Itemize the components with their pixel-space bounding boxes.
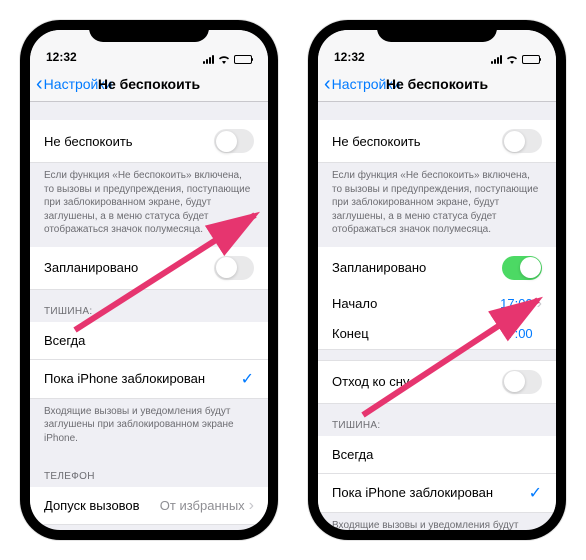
notch: [89, 20, 209, 42]
battery-icon: [234, 55, 252, 64]
dnd-label: Не беспокоить: [332, 134, 421, 149]
checkmark-icon: ✓: [529, 483, 542, 503]
status-time: 12:32: [46, 50, 77, 64]
signal-icon: [491, 55, 502, 64]
chevron-right-icon: ›: [537, 295, 542, 313]
always-row[interactable]: Всегда: [30, 322, 268, 360]
dnd-label: Не беспокоить: [44, 134, 133, 149]
screen: 12:32 ‹ Настройки Не беспокоить Не беспо…: [30, 30, 268, 530]
silence-footer: Входящие вызовы и уведомления будут загл…: [30, 399, 268, 456]
allow-calls-value: От избранных ›: [160, 497, 254, 515]
dnd-footer: Если функция «Не беспокоить» включена, т…: [30, 163, 268, 247]
wifi-icon: [218, 55, 230, 64]
bedtime-label: Отход ко сну: [332, 374, 409, 389]
while-locked-label: Пока iPhone заблокирован: [332, 485, 493, 500]
scheduled-label: Запланировано: [332, 260, 426, 275]
nav-bar: ‹ Настройки Не беспокоить: [318, 66, 556, 102]
settings-content[interactable]: Не беспокоить Если функция «Не беспокоит…: [318, 102, 556, 530]
notch: [377, 20, 497, 42]
dnd-row[interactable]: Не беспокоить: [30, 120, 268, 163]
scheduled-row[interactable]: Запланировано: [30, 247, 268, 290]
chevron-left-icon: ‹: [36, 74, 43, 94]
nav-bar: ‹ Настройки Не беспокоить: [30, 66, 268, 102]
silence-footer: Входящие вызовы и уведомления будут загл…: [318, 513, 556, 531]
wifi-icon: [506, 55, 518, 64]
scheduled-switch[interactable]: [214, 256, 254, 280]
scheduled-switch[interactable]: [502, 256, 542, 280]
scheduled-label: Запланировано: [44, 260, 138, 275]
phone-header: ТЕЛЕФОН: [30, 455, 268, 487]
settings-content[interactable]: Не беспокоить Если функция «Не беспокоит…: [30, 102, 268, 530]
while-locked-row[interactable]: Пока iPhone заблокирован ✓: [30, 360, 268, 399]
silence-header: ТИШИНА:: [30, 290, 268, 322]
begin-value: 17:00: [500, 296, 533, 311]
status-time: 12:32: [334, 50, 365, 64]
schedule-time-group[interactable]: Начало 17:00 › Конец 7:00›: [318, 289, 556, 350]
battery-icon: [522, 55, 540, 64]
scheduled-row[interactable]: Запланировано: [318, 247, 556, 289]
status-indicators: [491, 55, 540, 64]
allow-footer: В режиме «Не беспокоить» разрешить входя…: [30, 525, 268, 530]
end-row[interactable]: Конец 7:00›: [318, 319, 556, 349]
phone-frame-left: 12:32 ‹ Настройки Не беспокоить Не беспо…: [20, 20, 278, 540]
bedtime-switch[interactable]: [502, 370, 542, 394]
end-value: 7:00: [507, 326, 532, 341]
chevron-right-icon: ›: [249, 497, 254, 515]
signal-icon: [203, 55, 214, 64]
nav-title: Не беспокоить: [386, 76, 488, 92]
dnd-switch[interactable]: [502, 129, 542, 153]
nav-title: Не беспокоить: [98, 76, 200, 92]
silence-header: ТИШИНА:: [318, 404, 556, 436]
always-label: Всегда: [44, 333, 85, 348]
status-indicators: [203, 55, 252, 64]
always-row[interactable]: Всегда: [318, 436, 556, 474]
checkmark-icon: ✓: [241, 369, 254, 389]
screen: 12:32 ‹ Настройки Не беспокоить Не беспо…: [318, 30, 556, 530]
dnd-row[interactable]: Не беспокоить: [318, 120, 556, 163]
dnd-footer: Если функция «Не беспокоить» включена, т…: [318, 163, 556, 247]
begin-label: Начало: [332, 296, 377, 311]
chevron-left-icon: ‹: [324, 74, 331, 94]
while-locked-row[interactable]: Пока iPhone заблокирован ✓: [318, 474, 556, 513]
allow-calls-label: Допуск вызовов: [44, 498, 140, 513]
always-label: Всегда: [332, 447, 373, 462]
while-locked-label: Пока iPhone заблокирован: [44, 371, 205, 386]
allow-calls-row[interactable]: Допуск вызовов От избранных ›: [30, 487, 268, 525]
end-label: Конец: [332, 326, 369, 341]
dnd-switch[interactable]: [214, 129, 254, 153]
begin-row[interactable]: Начало 17:00 ›: [318, 289, 556, 319]
bedtime-row[interactable]: Отход ко сну: [318, 360, 556, 404]
phone-frame-right: 12:32 ‹ Настройки Не беспокоить Не беспо…: [308, 20, 566, 540]
